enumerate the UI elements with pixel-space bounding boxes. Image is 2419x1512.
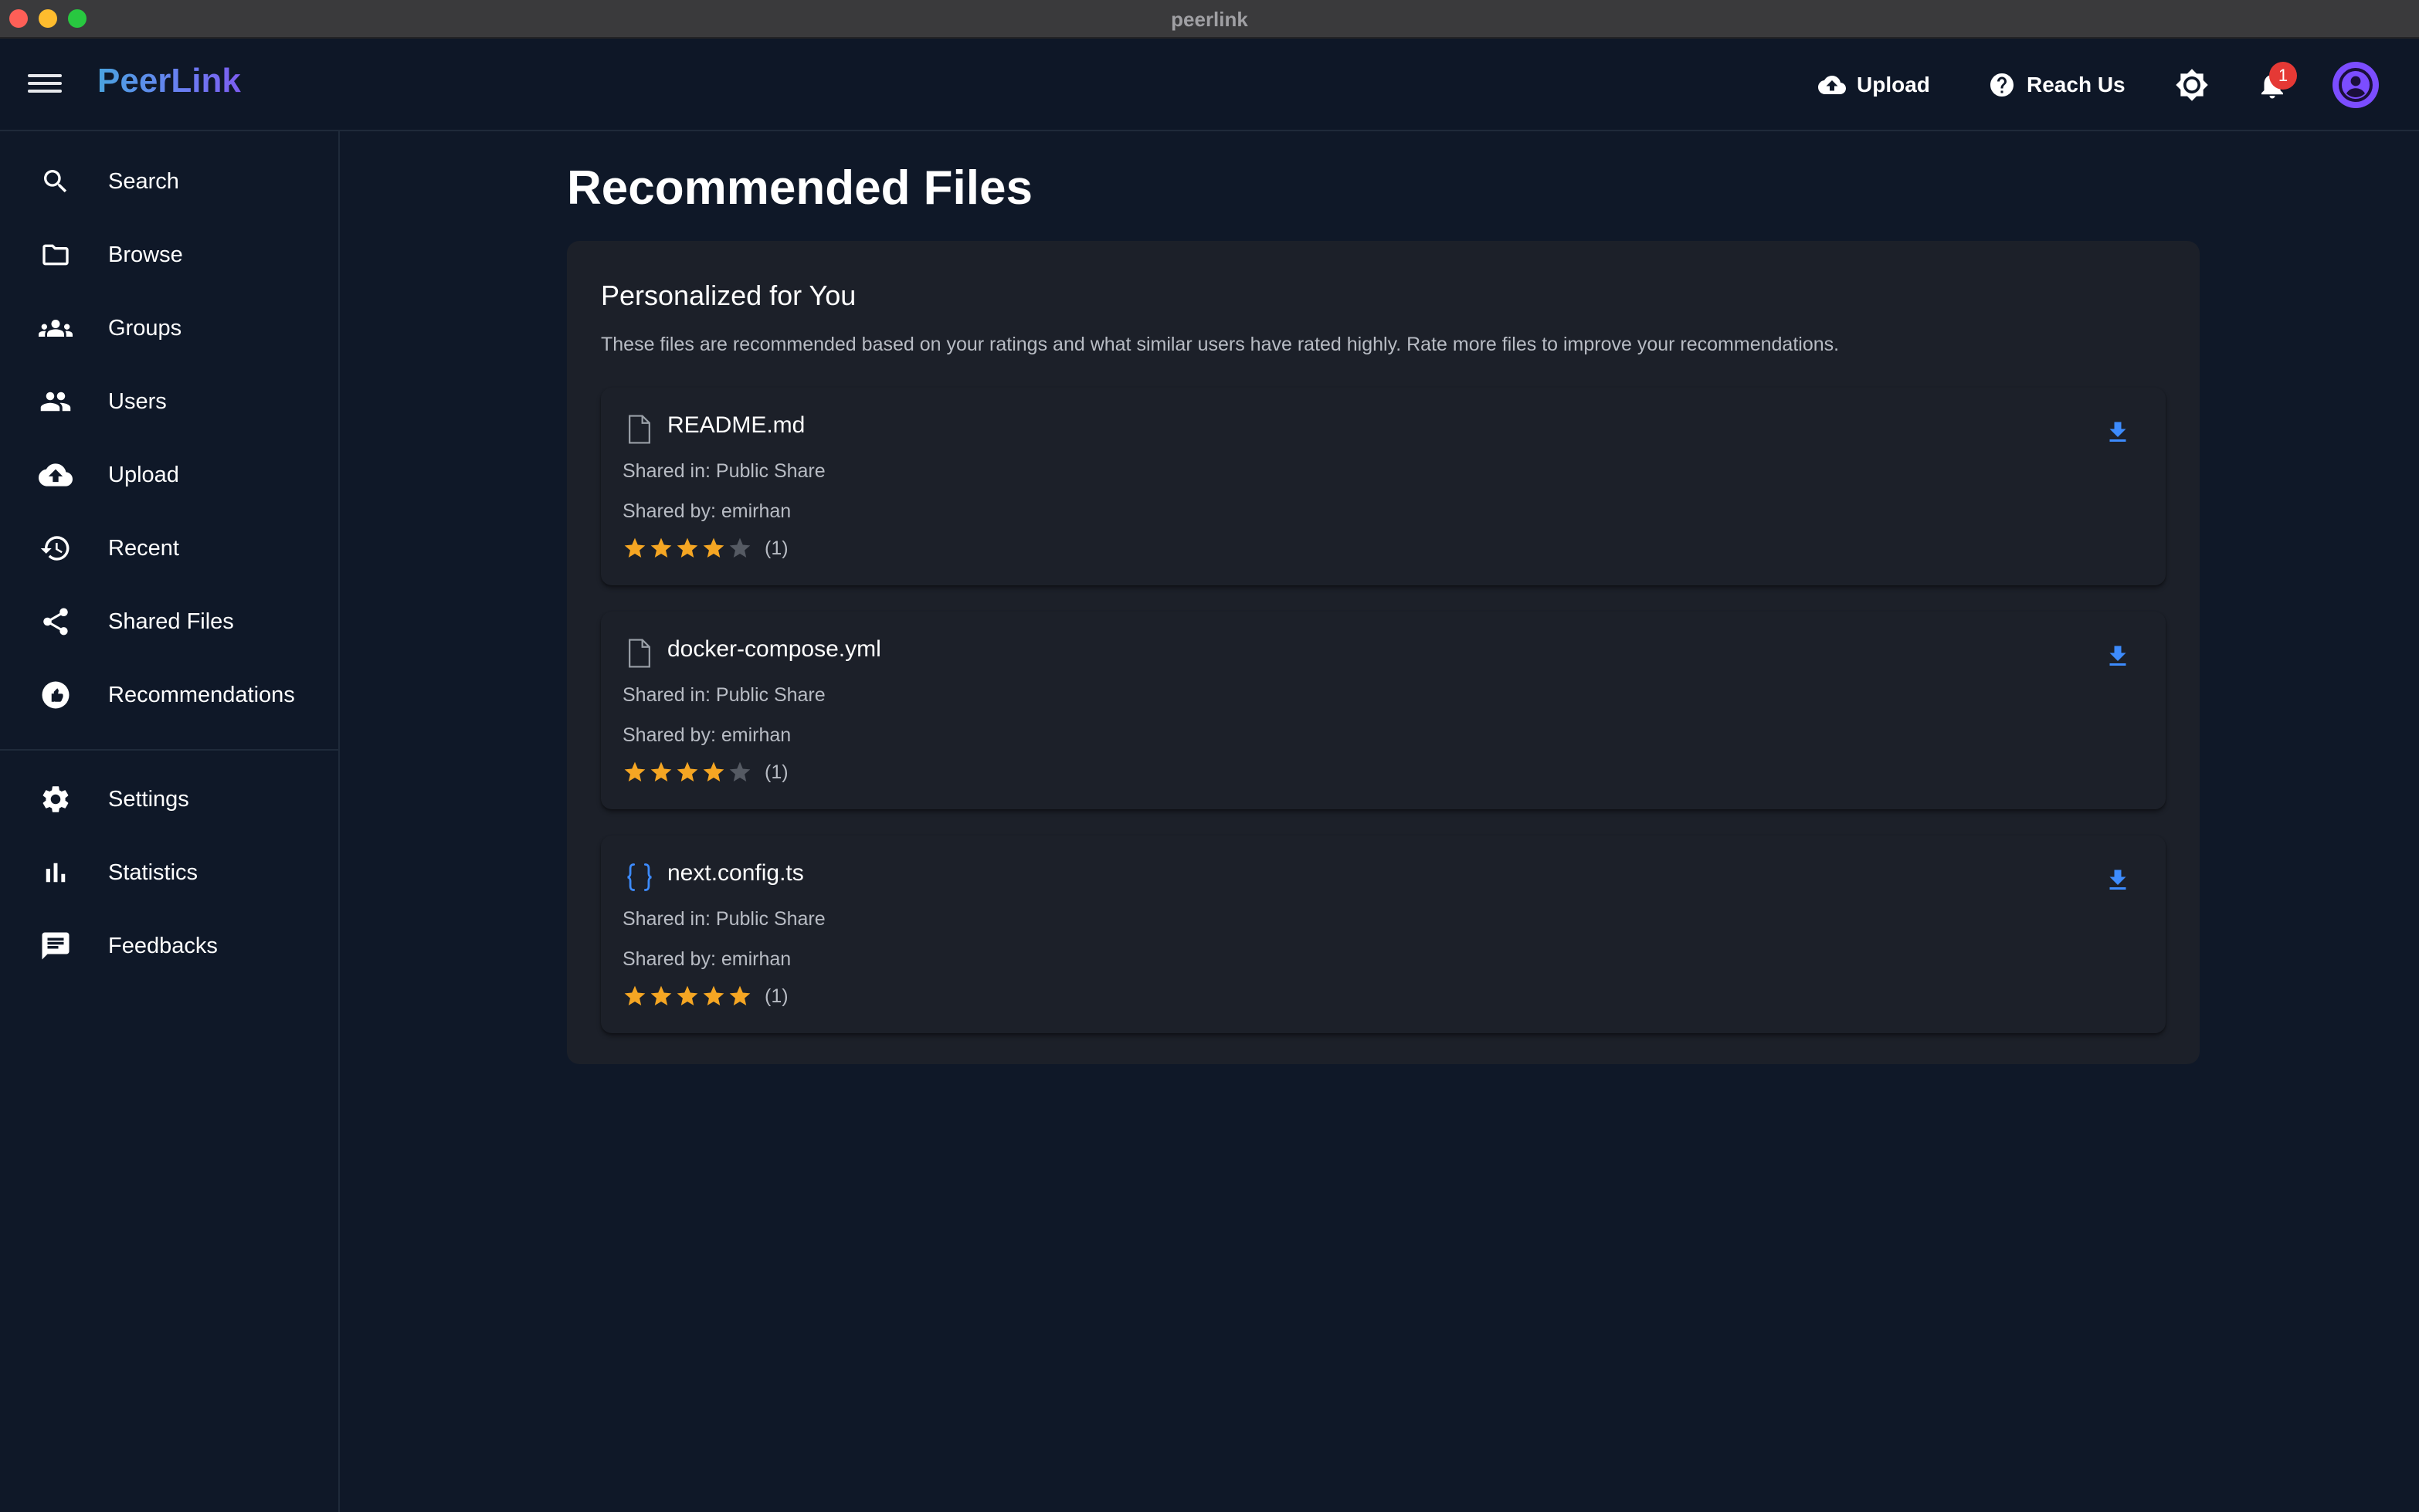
sidebar-item-shared-files[interactable]: Shared Files xyxy=(0,587,338,656)
star-filled-icon[interactable] xyxy=(649,984,673,1009)
code-braces-icon xyxy=(627,863,652,891)
sidebar-item-label: Recommendations xyxy=(108,682,295,707)
avatar[interactable] xyxy=(2332,62,2379,108)
star-rating[interactable]: (1) xyxy=(623,536,789,561)
gear-icon xyxy=(39,782,73,816)
download-button[interactable] xyxy=(2101,863,2135,897)
shared-in-text: Shared in: Public Share xyxy=(623,684,826,706)
star-rating[interactable]: (1) xyxy=(623,760,789,785)
file-icon xyxy=(629,415,650,444)
sidebar-item-upload[interactable]: Upload xyxy=(0,440,338,510)
file-name[interactable]: next.config.ts xyxy=(667,860,804,887)
star-filled-icon[interactable] xyxy=(623,536,647,561)
sidebar: Search Browse Groups Users Upload Recent… xyxy=(0,131,340,1512)
download-icon xyxy=(2109,646,2126,666)
shared-by-text: Shared by: emirhan xyxy=(623,948,792,970)
sidebar-item-browse[interactable]: Browse xyxy=(0,220,338,290)
brand-logo[interactable]: PeerLink xyxy=(97,62,241,100)
shared-by-text: Shared by: emirhan xyxy=(623,724,792,746)
sidebar-item-settings[interactable]: Settings xyxy=(0,764,338,834)
star-filled-icon[interactable] xyxy=(701,984,726,1009)
star-filled-icon[interactable] xyxy=(728,984,752,1009)
download-button[interactable] xyxy=(2101,415,2135,449)
help-icon xyxy=(1990,73,2014,97)
star-filled-icon[interactable] xyxy=(649,760,673,785)
menu-icon[interactable] xyxy=(28,69,62,100)
sidebar-item-statistics[interactable]: Statistics xyxy=(0,838,338,907)
users-icon xyxy=(39,385,73,419)
star-filled-icon[interactable] xyxy=(675,536,700,561)
recommendations-panel: Personalized for You These files are rec… xyxy=(567,241,2200,1064)
file-card[interactable]: next.config.ts Shared in: Public Share S… xyxy=(601,836,2166,1033)
notifications-button[interactable]: 1 xyxy=(2252,62,2297,105)
sidebar-item-groups[interactable]: Groups xyxy=(0,293,338,363)
history-icon xyxy=(39,531,73,565)
file-icon xyxy=(629,639,650,668)
rating-count: (1) xyxy=(765,761,789,783)
sidebar-item-label: Statistics xyxy=(108,859,198,885)
shared-by-text: Shared by: emirhan xyxy=(623,500,792,522)
sidebar-item-label: Feedbacks xyxy=(108,933,218,958)
brightness-icon xyxy=(2176,69,2208,101)
reach-us-label: Reach Us xyxy=(2027,73,2126,97)
app-header: PeerLink Upload Reach Us 1 xyxy=(0,39,2419,131)
reach-us-button[interactable]: Reach Us xyxy=(1988,66,2126,103)
cloud-upload-icon xyxy=(1818,76,1846,94)
star-rating[interactable]: (1) xyxy=(623,984,789,1009)
star-filled-icon[interactable] xyxy=(701,760,726,785)
shared-in-text: Shared in: Public Share xyxy=(623,908,826,930)
download-icon xyxy=(2109,422,2126,442)
file-name[interactable]: README.md xyxy=(667,412,805,439)
groups-icon xyxy=(39,311,73,345)
sidebar-item-users[interactable]: Users xyxy=(0,367,338,436)
star-filled-icon[interactable] xyxy=(675,760,700,785)
file-card[interactable]: README.md Shared in: Public Share Shared… xyxy=(601,388,2166,585)
header-upload-button[interactable]: Upload xyxy=(1818,66,1930,103)
download-icon xyxy=(2109,870,2126,890)
folder-icon xyxy=(39,238,73,272)
theme-toggle-button[interactable] xyxy=(2172,65,2212,105)
panel-title: Personalized for You xyxy=(601,280,857,311)
star-filled-icon[interactable] xyxy=(649,536,673,561)
download-button[interactable] xyxy=(2101,639,2135,673)
sidebar-item-label: Browse xyxy=(108,242,183,267)
sidebar-item-label: Upload xyxy=(108,462,179,487)
sidebar-item-label: Search xyxy=(108,168,179,194)
sidebar-item-recommendations[interactable]: Recommendations xyxy=(0,660,338,730)
star-filled-icon[interactable] xyxy=(623,984,647,1009)
sidebar-item-search[interactable]: Search xyxy=(0,147,338,216)
header-upload-label: Upload xyxy=(1857,73,1930,97)
notification-badge: 1 xyxy=(2269,62,2297,90)
file-name[interactable]: docker-compose.yml xyxy=(667,636,881,663)
feedback-icon xyxy=(39,929,73,963)
sidebar-divider xyxy=(0,749,338,751)
cloud-upload-icon xyxy=(39,458,73,492)
star-empty-icon[interactable] xyxy=(728,536,752,561)
panel-description: These files are recommended based on you… xyxy=(601,334,1840,355)
search-icon xyxy=(39,164,73,198)
account-icon xyxy=(2339,68,2373,102)
sidebar-item-feedbacks[interactable]: Feedbacks xyxy=(0,911,338,981)
rating-count: (1) xyxy=(765,537,789,559)
title-bar: peerlink xyxy=(0,0,2419,39)
shared-in-text: Shared in: Public Share xyxy=(623,460,826,482)
rating-count: (1) xyxy=(765,985,789,1007)
app-window: peerlink PeerLink Upload Reach Us 1 Sear… xyxy=(0,0,2419,1512)
sidebar-item-label: Settings xyxy=(108,786,189,812)
star-filled-icon[interactable] xyxy=(701,536,726,561)
file-card[interactable]: docker-compose.yml Shared in: Public Sha… xyxy=(601,612,2166,809)
bar-chart-icon xyxy=(39,856,73,890)
sidebar-item-label: Shared Files xyxy=(108,609,234,634)
star-empty-icon[interactable] xyxy=(728,760,752,785)
share-icon xyxy=(39,605,73,639)
sidebar-item-label: Recent xyxy=(108,535,179,561)
page-title: Recommended Files xyxy=(567,161,1033,215)
sidebar-item-label: Groups xyxy=(108,315,182,341)
star-filled-icon[interactable] xyxy=(623,760,647,785)
window-title: peerlink xyxy=(1171,8,1248,31)
sidebar-item-recent[interactable]: Recent xyxy=(0,514,338,583)
sidebar-item-label: Users xyxy=(108,388,167,414)
recommendation-icon xyxy=(39,678,73,712)
star-filled-icon[interactable] xyxy=(675,984,700,1009)
